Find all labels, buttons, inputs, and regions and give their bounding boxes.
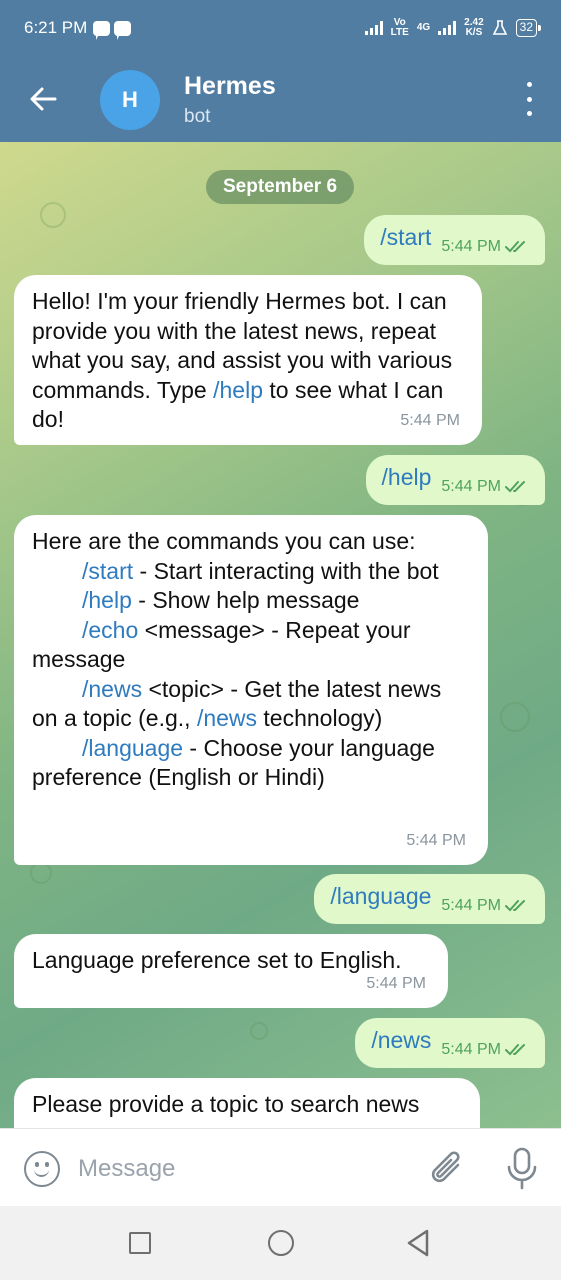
message-meta: 5:44 PM bbox=[441, 891, 529, 921]
incoming-message[interactable]: Please provide a topic to search news bbox=[14, 1078, 480, 1128]
command-link[interactable]: /news bbox=[197, 705, 257, 731]
command-item: /help - Show help message bbox=[82, 587, 360, 613]
back-button[interactable] bbox=[22, 78, 64, 120]
command-link[interactable]: /start bbox=[82, 558, 133, 584]
double-check-icon bbox=[505, 1043, 525, 1056]
command-link[interactable]: /language bbox=[82, 735, 183, 761]
avatar[interactable]: H bbox=[100, 70, 160, 130]
chat-title[interactable]: Hermes bbox=[184, 72, 276, 101]
command-text[interactable]: /start bbox=[380, 224, 431, 250]
mic-icon bbox=[507, 1147, 537, 1190]
volte-label: Vo LTE bbox=[390, 17, 409, 38]
voice-record-button[interactable] bbox=[500, 1145, 544, 1193]
command-link[interactable]: /help bbox=[82, 587, 132, 613]
outgoing-message[interactable]: /help 5:44 PM bbox=[365, 455, 545, 505]
command-item: /language - Choose your language prefere… bbox=[32, 734, 435, 791]
incoming-message[interactable]: Hello! I'm your friendly Hermes bot. I c… bbox=[14, 275, 482, 445]
command-link[interactable]: /news bbox=[82, 676, 142, 702]
battery-level: 32 bbox=[519, 20, 533, 34]
double-check-icon bbox=[505, 240, 525, 253]
data-speed: 2.42 K/S bbox=[464, 17, 484, 38]
outgoing-message[interactable]: /language 5:44 PM bbox=[314, 874, 545, 924]
message-time: 5:44 PM bbox=[400, 411, 460, 429]
recents-icon[interactable] bbox=[129, 1232, 151, 1254]
attach-button[interactable] bbox=[428, 1147, 468, 1191]
outgoing-message[interactable]: /news 5:44 PM bbox=[355, 1018, 545, 1068]
signal-icon-2 bbox=[438, 21, 457, 35]
system-nav-bar bbox=[0, 1206, 561, 1280]
message-meta: 5:44 PM bbox=[441, 1035, 529, 1065]
message-composer bbox=[0, 1128, 561, 1206]
signal-icon bbox=[364, 21, 383, 35]
lab-icon bbox=[492, 20, 507, 35]
message-input[interactable] bbox=[78, 1149, 408, 1189]
chat-header: H Hermes bot bbox=[0, 56, 561, 142]
status-time: 6:21 PM bbox=[24, 18, 88, 37]
command-text[interactable]: /news bbox=[371, 1027, 431, 1053]
command-item: /echo <message> - Repeat your message bbox=[32, 616, 411, 673]
double-check-icon bbox=[505, 899, 525, 912]
command-text[interactable]: /help bbox=[382, 464, 432, 490]
message-meta: 5:44 PM bbox=[441, 232, 529, 262]
outgoing-message[interactable]: /start 5:44 PM bbox=[364, 215, 545, 265]
more-vert-icon bbox=[526, 82, 532, 87]
chat-subtitle: bot bbox=[184, 106, 211, 127]
attach-icon bbox=[431, 1151, 460, 1183]
incoming-message[interactable]: Language preference set to English. 5:44… bbox=[14, 934, 448, 1008]
message-meta: 5:44 PM bbox=[441, 472, 529, 502]
command-link[interactable]: /echo bbox=[82, 617, 138, 643]
more-options-button[interactable] bbox=[519, 82, 539, 116]
command-item: /start - Start interacting with the bot bbox=[82, 557, 439, 584]
double-check-icon bbox=[505, 480, 525, 493]
home-icon[interactable] bbox=[268, 1230, 294, 1256]
battery-icon: 32 bbox=[515, 19, 542, 37]
date-separator: September 6 bbox=[206, 170, 354, 204]
command-link[interactable]: /help bbox=[213, 377, 263, 403]
incoming-message[interactable]: Here are the commands you can use: /star… bbox=[14, 515, 488, 865]
command-text[interactable]: /language bbox=[330, 883, 431, 909]
back-arrow-icon bbox=[30, 87, 57, 111]
message-time: 5:44 PM bbox=[366, 974, 426, 992]
chat-notification-icons bbox=[93, 20, 132, 40]
back-icon[interactable] bbox=[404, 1228, 432, 1258]
chat-area[interactable]: September 6 /start 5:44 PM Hello! I'm you… bbox=[0, 142, 561, 1128]
command-item: /news <topic> - Get the latest news on a… bbox=[32, 675, 442, 732]
status-icons: Vo LTE 4G 2.42 K/S 32 bbox=[364, 17, 542, 38]
status-bar: 6:21 PM Vo LTE 4G 2.42 K/S 32 bbox=[0, 0, 561, 56]
message-time: 5:44 PM bbox=[406, 831, 466, 849]
emoji-icon[interactable] bbox=[24, 1151, 60, 1187]
network-type-label: 4G bbox=[416, 22, 431, 33]
